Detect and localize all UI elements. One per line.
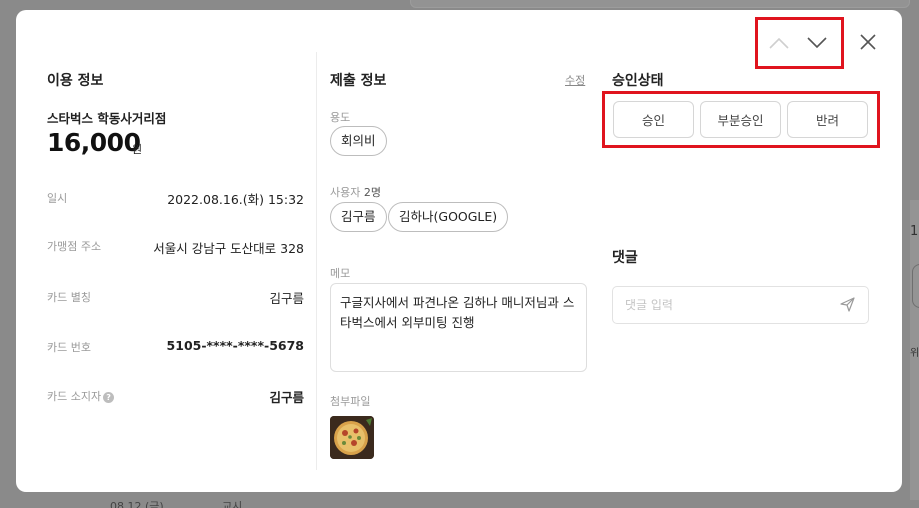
attachment-label: 첨부파일 [330,395,371,408]
card-holder-label-text: 카드 소지자 [47,390,102,403]
info-label-datetime: 일시 [47,192,68,205]
send-icon[interactable] [839,296,856,313]
users-label: 사용자 2명 [330,184,381,200]
background-bottom-date: 08.12 (금) [110,500,164,508]
info-value-card-holder: 김구름 [269,390,304,405]
help-icon[interactable]: ? [103,392,115,403]
user-chip[interactable]: 김하나(GOOGLE) [388,202,509,232]
approval-title: 승인상태 [612,73,664,89]
background-search-bar [410,0,910,8]
info-label-address: 가맹점 주소 [47,240,102,253]
expense-detail-modal: 이용 정보 스타벅스 학동사거리점 16,000 원 일시 2022.08.16… [16,10,902,492]
info-value-address: 서울시 강남구 도산대로 328 [153,241,304,256]
user-chip[interactable]: 김구름 [330,202,387,232]
close-icon[interactable] [858,32,878,52]
submit-info-title: 제출 정보 [330,73,387,89]
info-value-card-number: 5105-****-****-5678 [166,338,304,353]
background-edge-text: 위 [910,348,919,359]
comment-input[interactable] [612,286,869,324]
store-name: 스타벅스 학동사거리점 [47,111,167,126]
nav-highlight-box [755,17,844,69]
background-edge-box [912,264,919,308]
purpose-label: 용도 [330,111,351,124]
column-divider [316,52,317,470]
info-value-card-alias: 김구름 [269,291,304,306]
approval-highlight-box [602,91,880,148]
users-label-text: 사용자 [330,186,361,199]
background-edge-number: 1 [910,224,919,239]
usage-info-title: 이용 정보 [47,73,104,89]
comments-title: 댓글 [612,250,638,266]
purpose-chip[interactable]: 회의비 [330,126,387,156]
memo-box[interactable]: 구글지사에서 파견나온 김하나 매니저님과 스타벅스에서 외부미팅 진행 [330,283,587,372]
info-label-card-alias: 카드 별칭 [47,291,91,304]
pizza-image-icon [330,416,374,459]
info-value-datetime: 2022.08.16.(화) 15:32 [167,192,304,207]
info-label-card-number: 카드 번호 [47,341,91,354]
users-count: 2명 [363,186,381,199]
edit-link[interactable]: 수정 [565,72,585,88]
memo-label: 메모 [330,267,351,280]
attachment-thumbnail[interactable] [330,416,374,459]
info-label-card-holder: 카드 소지자? [47,388,115,404]
amount-unit: 원 [132,143,143,156]
amount-value: 16,000 [47,128,141,157]
background-bottom-tag: 교시 [222,500,243,508]
